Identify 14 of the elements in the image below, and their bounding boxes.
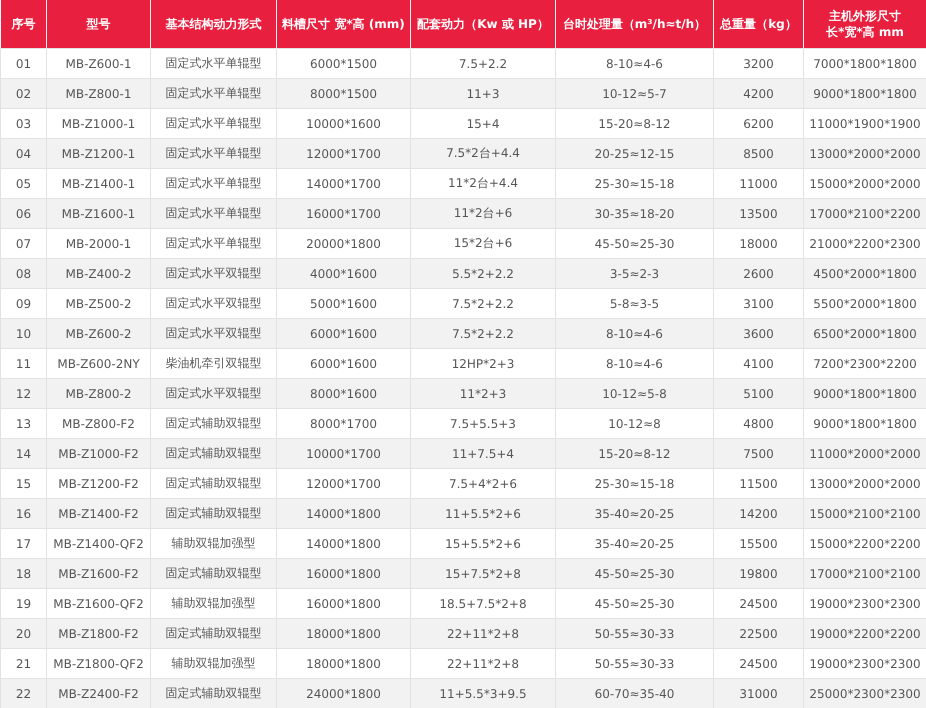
column-header: 总重量（kg） [714,0,804,48]
column-header: 序号 [0,0,46,48]
column-header: 配套动力（Kw 或 HP） [410,0,556,48]
table-cell: 7.5+2.2 [410,48,556,78]
column-header: 主机外形尺寸长*宽*高 mm [804,0,926,48]
column-header: 料槽尺寸 宽*高 (mm) [276,0,410,48]
column-header: 型号 [46,0,150,48]
table-cell: 22 [0,678,46,708]
column-header: 台时处理量（m³/h≈t/h） [556,0,714,48]
table-cell: 固定式水平单辊型 [150,48,276,78]
table-cell: 6000*1500 [276,48,410,78]
table-cell: 8-10≈4-6 [556,48,714,78]
column-header: 基本结构动力形式 [150,0,276,48]
table-cell: 01 [0,48,46,78]
